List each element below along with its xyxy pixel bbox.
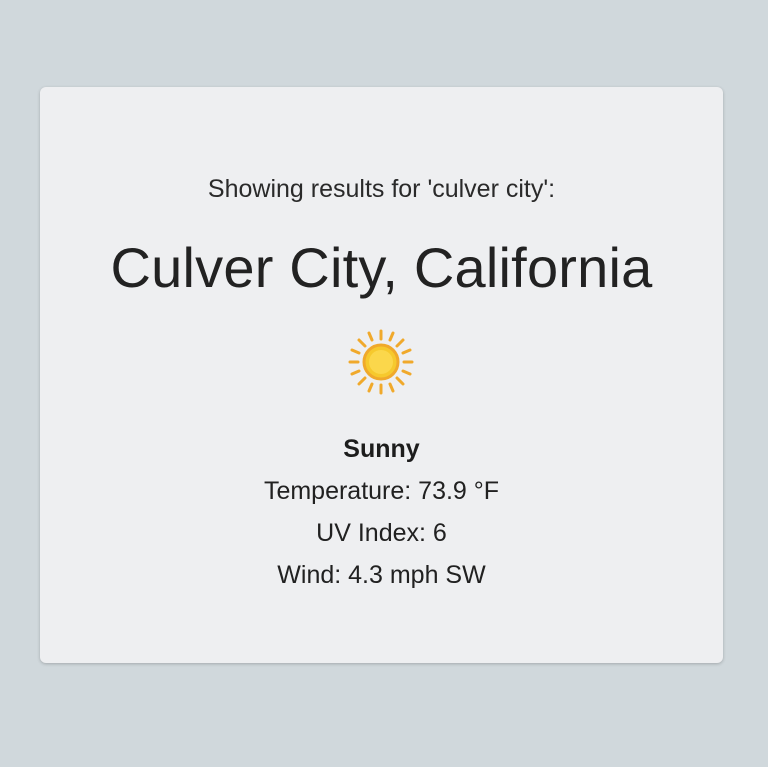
temperature-text: Temperature: 73.9 °F bbox=[263, 477, 500, 505]
wind-text: Wind: 4.3 mph SW bbox=[277, 561, 486, 589]
uv-index-text: UV Index: 6 bbox=[316, 519, 447, 547]
weather-card: Showing results for 'culver city': Culve… bbox=[40, 87, 723, 663]
sun-icon bbox=[348, 329, 414, 395]
search-query-text: Showing results for 'culver city': bbox=[207, 175, 556, 203]
weather-details: Sunny Temperature: 73.9 °F UV Index: 6 W… bbox=[40, 428, 723, 596]
location-title: Culver City, California bbox=[110, 236, 653, 299]
weather-condition: Sunny bbox=[343, 435, 420, 463]
